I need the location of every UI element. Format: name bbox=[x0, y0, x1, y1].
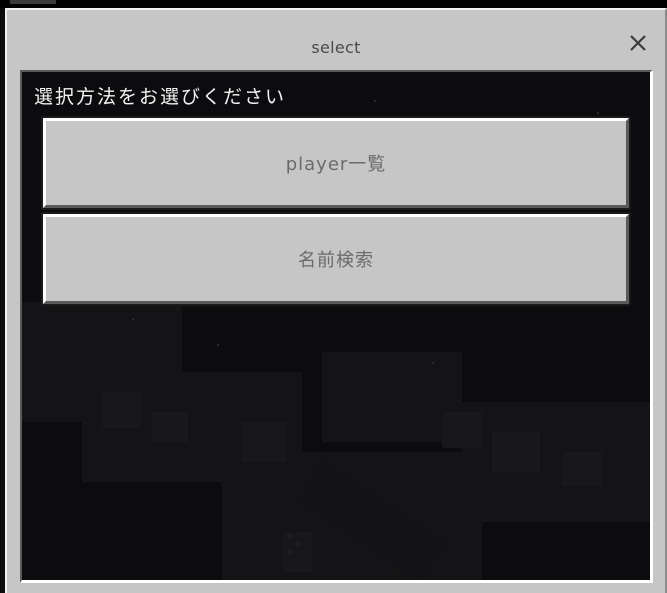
dialog-content: 選択方法をお選びください player一覧 名前検索 bbox=[20, 70, 653, 583]
selection-prompt: 選択方法をお選びください bbox=[34, 86, 287, 108]
name-search-button[interactable]: 名前検索 bbox=[43, 214, 629, 304]
top-edge-tab bbox=[10, 0, 56, 4]
player-list-button[interactable]: player一覧 bbox=[43, 118, 629, 208]
close-icon bbox=[630, 35, 646, 51]
dialog-title: select bbox=[311, 38, 361, 57]
close-button[interactable] bbox=[629, 34, 647, 52]
player-list-button-label: player一覧 bbox=[285, 154, 387, 175]
dialog-titlebar: select bbox=[7, 10, 665, 70]
select-dialog: select 選択方法をお選びください player一覧 名前検索 bbox=[5, 8, 667, 593]
top-edge bbox=[0, 0, 667, 8]
name-search-button-label: 名前検索 bbox=[298, 250, 374, 271]
